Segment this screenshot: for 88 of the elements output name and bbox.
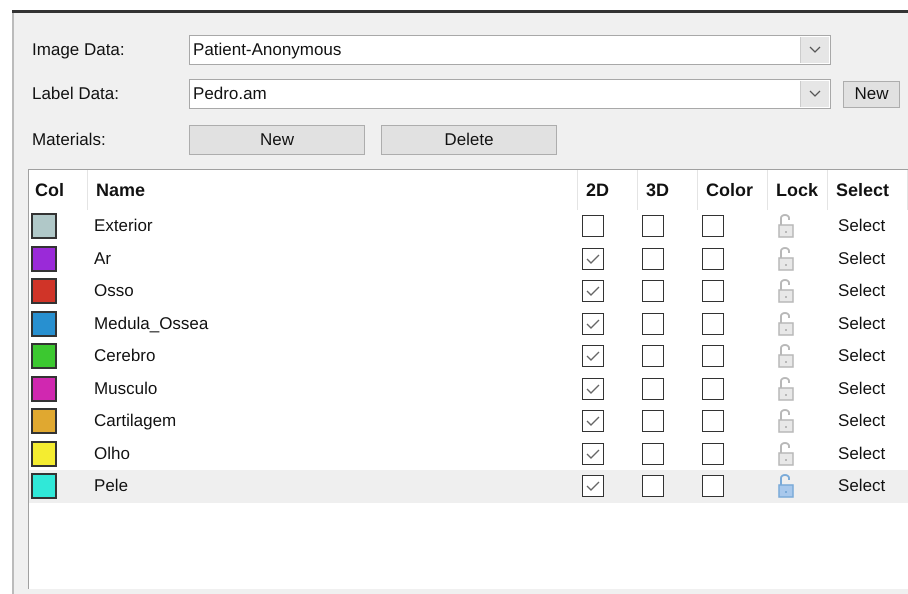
column-header[interactable]: 3D bbox=[638, 170, 698, 210]
material-name: Musculo bbox=[93, 378, 158, 399]
color-swatch[interactable] bbox=[31, 440, 57, 467]
checkbox[interactable] bbox=[702, 280, 724, 302]
checkbox[interactable] bbox=[582, 280, 604, 302]
material-row[interactable]: Cerebro Select bbox=[29, 340, 908, 372]
material-name: Pele bbox=[93, 476, 128, 496]
checkbox[interactable] bbox=[702, 378, 724, 400]
checkbox[interactable] bbox=[582, 248, 604, 270]
checkbox[interactable] bbox=[702, 215, 724, 238]
material-name: Medula_Ossea bbox=[93, 314, 208, 334]
checkbox[interactable] bbox=[702, 312, 724, 335]
chevron-down-icon bbox=[809, 90, 821, 98]
column-header[interactable]: Name bbox=[88, 170, 578, 210]
material-row[interactable]: Osso Select bbox=[29, 275, 908, 308]
material-name: Ar bbox=[93, 248, 111, 269]
color-swatch[interactable] bbox=[31, 473, 57, 500]
checkbox[interactable] bbox=[582, 475, 604, 498]
checkbox[interactable] bbox=[582, 312, 604, 335]
checkbox[interactable] bbox=[642, 410, 664, 432]
field-label: Image Data: bbox=[32, 40, 126, 60]
checkbox[interactable] bbox=[642, 345, 664, 368]
checkbox[interactable] bbox=[642, 280, 664, 302]
material-row[interactable]: Cartilagem Select bbox=[29, 405, 908, 438]
checkbox[interactable] bbox=[702, 442, 724, 465]
select-link[interactable]: Select bbox=[828, 248, 886, 269]
delete-button[interactable]: Delete bbox=[381, 125, 557, 155]
checkbox[interactable] bbox=[702, 345, 724, 368]
color-swatch[interactable] bbox=[31, 213, 57, 240]
checkmark-icon bbox=[586, 351, 600, 362]
material-name: Cerebro bbox=[93, 346, 156, 366]
checkmark-icon bbox=[586, 254, 600, 264]
column-header[interactable]: Color bbox=[698, 170, 768, 210]
material-name: Cartilagem bbox=[93, 411, 176, 432]
checkbox[interactable] bbox=[702, 475, 724, 498]
dropdown-field[interactable]: Pedro.am bbox=[189, 79, 831, 109]
select-link[interactable]: Select bbox=[828, 378, 886, 399]
color-swatch[interactable] bbox=[31, 376, 57, 402]
checkbox[interactable] bbox=[642, 442, 664, 465]
checkmark-icon bbox=[586, 448, 600, 459]
select-link[interactable]: Select bbox=[828, 314, 886, 334]
material-name: Osso bbox=[93, 281, 134, 302]
column-header[interactable]: 2D bbox=[578, 170, 638, 210]
select-link[interactable]: Select bbox=[828, 346, 886, 366]
checkbox[interactable] bbox=[642, 312, 664, 335]
material-row[interactable]: Olho Select bbox=[29, 438, 908, 470]
checkmark-icon bbox=[586, 384, 600, 394]
checkbox[interactable] bbox=[582, 410, 604, 432]
select-link[interactable]: Select bbox=[828, 411, 886, 432]
new-button[interactable]: New bbox=[843, 80, 900, 108]
material-row[interactable]: Pele Select bbox=[29, 470, 908, 502]
checkbox[interactable] bbox=[582, 215, 604, 238]
checkbox[interactable] bbox=[582, 378, 604, 400]
checkbox[interactable] bbox=[702, 248, 724, 270]
material-row[interactable]: Ar Select bbox=[29, 242, 908, 275]
material-name: Exterior bbox=[93, 216, 153, 236]
checkbox[interactable] bbox=[582, 345, 604, 368]
checkbox[interactable] bbox=[642, 248, 664, 270]
material-row[interactable]: Exterior Select bbox=[29, 210, 908, 242]
color-swatch[interactable] bbox=[31, 310, 57, 337]
column-header[interactable]: Select bbox=[828, 170, 908, 210]
chevron-down-icon bbox=[809, 46, 821, 54]
select-link[interactable]: Select bbox=[828, 476, 886, 496]
dropdown-field[interactable]: Patient-Anonymous bbox=[189, 35, 831, 65]
material-name: Olho bbox=[93, 444, 130, 464]
checkmark-icon bbox=[586, 481, 600, 492]
checkbox[interactable] bbox=[642, 215, 664, 238]
checkmark-icon bbox=[586, 286, 600, 296]
select-link[interactable]: Select bbox=[828, 216, 886, 236]
material-row[interactable]: Medula_Ossea Select bbox=[29, 308, 908, 340]
color-swatch[interactable] bbox=[31, 343, 57, 370]
color-swatch[interactable] bbox=[31, 246, 57, 272]
select-link[interactable]: Select bbox=[828, 444, 886, 464]
checkbox[interactable] bbox=[642, 475, 664, 498]
checkmark-icon bbox=[586, 318, 600, 329]
color-swatch[interactable] bbox=[31, 278, 57, 304]
column-header[interactable]: Col bbox=[29, 170, 88, 210]
checkbox[interactable] bbox=[702, 410, 724, 432]
color-swatch[interactable] bbox=[31, 408, 57, 434]
material-row[interactable]: Musculo Select bbox=[29, 372, 908, 405]
select-link[interactable]: Select bbox=[828, 281, 886, 302]
checkmark-icon bbox=[586, 416, 600, 426]
column-header[interactable]: Lock bbox=[768, 170, 828, 210]
checkbox[interactable] bbox=[642, 378, 664, 400]
field-label: Materials: bbox=[32, 130, 107, 150]
field-label: Label Data: bbox=[32, 84, 120, 104]
new-button[interactable]: New bbox=[189, 125, 365, 155]
checkbox[interactable] bbox=[582, 442, 604, 465]
